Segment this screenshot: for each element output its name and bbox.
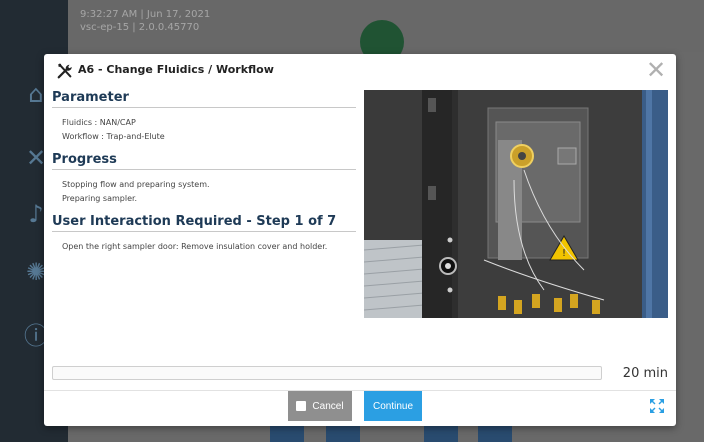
progress-body: Stopping flow and preparing system. Prep…	[52, 170, 356, 206]
change-fluidics-dialog: A6 - Change Fluidics / Workflow ✕ Parame…	[44, 54, 676, 426]
close-icon[interactable]: ✕	[644, 58, 668, 82]
cancel-button[interactable]: Cancel	[288, 391, 352, 421]
time-remaining: 20 min	[622, 366, 668, 381]
continue-label: Continue	[372, 400, 414, 412]
progress-line: Preparing sampler.	[62, 194, 138, 203]
dialog-header: A6 - Change Fluidics / Workflow ✕	[44, 54, 676, 88]
interaction-title: User Interaction Required - Step 1 of 7	[52, 214, 356, 232]
fullscreen-icon[interactable]	[650, 399, 664, 413]
dialog-footer: Cancel Continue	[44, 390, 676, 427]
interaction-section: User Interaction Required - Step 1 of 7 …	[52, 214, 356, 254]
progress-section: Progress Stopping flow and preparing sys…	[52, 152, 356, 206]
interaction-body: Open the right sampler door: Remove insu…	[52, 232, 356, 254]
dialog-info-panel: Parameter Fluidics : NAN/CAP Workflow : …	[52, 90, 356, 262]
wrench-screwdriver-icon	[57, 63, 72, 79]
progress-title: Progress	[52, 152, 356, 170]
parameter-line: Fluidics : NAN/CAP	[62, 118, 136, 127]
sampler-illustration: !	[364, 90, 668, 318]
parameter-title: Parameter	[52, 90, 356, 108]
progress-line: Stopping flow and preparing system.	[62, 180, 210, 189]
interaction-line: Open the right sampler door: Remove insu…	[62, 242, 328, 251]
cancel-label: Cancel	[312, 400, 344, 412]
parameter-body: Fluidics : NAN/CAP Workflow : Trap-and-E…	[52, 108, 356, 144]
parameter-section: Parameter Fluidics : NAN/CAP Workflow : …	[52, 90, 356, 144]
progress-bar	[52, 366, 602, 380]
parameter-line: Workflow : Trap-and-Elute	[62, 132, 165, 141]
dialog-title: A6 - Change Fluidics / Workflow	[78, 63, 274, 76]
sampler-image: !	[364, 90, 668, 318]
stop-square-icon	[296, 401, 307, 411]
continue-button[interactable]: Continue	[364, 391, 422, 421]
